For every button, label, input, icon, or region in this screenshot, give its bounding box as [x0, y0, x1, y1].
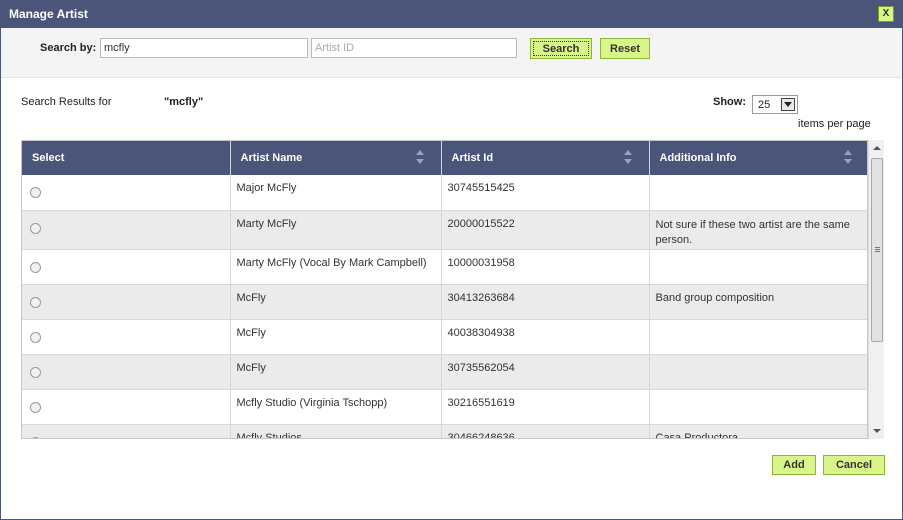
grip-icon	[875, 247, 880, 248]
artist-id-input[interactable]	[311, 38, 517, 58]
sort-icon[interactable]	[415, 149, 425, 165]
reset-button[interactable]: Reset	[600, 38, 650, 59]
search-button[interactable]: Search	[530, 38, 592, 59]
cancel-button[interactable]: Cancel	[823, 455, 885, 475]
items-per-page-label: items per page	[798, 118, 871, 130]
additional-info-cell	[649, 354, 867, 390]
add-button[interactable]: Add	[772, 455, 816, 475]
artist-name-cell: Major McFly	[230, 175, 442, 211]
table-row[interactable]: McFly 30413263684 Band group composition	[22, 284, 867, 320]
chevron-down-icon[interactable]	[781, 98, 795, 111]
additional-info-cell	[649, 319, 867, 355]
artist-name-input[interactable]	[100, 38, 308, 58]
column-header-artist-id[interactable]: Artist Id	[441, 141, 650, 175]
artist-id-cell: 30216551619	[441, 389, 650, 425]
select-cell	[22, 175, 231, 211]
column-header-select: Select	[22, 141, 231, 175]
artist-name-cell: Mcfly Studio (Virginia Tschopp)	[230, 389, 442, 425]
close-button[interactable]: X	[878, 6, 894, 22]
artist-id-cell: 30466248636	[441, 424, 650, 438]
select-cell	[22, 319, 231, 355]
table-row[interactable]: McFly 40038304938	[22, 319, 867, 355]
select-radio[interactable]	[30, 401, 41, 413]
artist-name-cell: McFly	[230, 284, 442, 320]
artist-id-cell: 20000015522	[441, 210, 650, 250]
additional-info-cell	[649, 249, 867, 285]
scroll-thumb[interactable]	[871, 158, 883, 342]
search-by-label: Search by:	[40, 42, 97, 54]
select-radio[interactable]	[30, 436, 41, 438]
select-radio[interactable]	[30, 366, 41, 378]
additional-info-cell	[649, 389, 867, 425]
artist-id-cell: 30745515425	[441, 175, 650, 211]
table-row[interactable]: McFly 30735562054	[22, 354, 867, 390]
select-cell	[22, 389, 231, 425]
column-header-additional-info[interactable]: Additional Info	[649, 141, 867, 175]
select-radio[interactable]	[30, 296, 41, 308]
table-header-row: Select Artist Name Artist Id Additional …	[22, 141, 867, 175]
select-radio[interactable]	[30, 331, 41, 343]
additional-info-cell: Band group composition	[649, 284, 867, 320]
select-cell	[22, 424, 231, 438]
table-row[interactable]: Marty McFly 20000015522 Not sure if thes…	[22, 210, 867, 250]
artist-name-cell: McFly	[230, 354, 442, 390]
select-cell	[22, 354, 231, 390]
artist-id-cell: 10000031958	[441, 249, 650, 285]
page-size-select[interactable]: 25	[752, 95, 798, 114]
sort-icon[interactable]	[623, 149, 633, 165]
table-row[interactable]: Mcfly Studio (Virginia Tschopp) 30216551…	[22, 389, 867, 425]
table-row[interactable]: Mcfly Studios 30466248636 Casa Productor…	[22, 424, 867, 438]
additional-info-cell: Casa Productora	[649, 424, 867, 438]
select-radio[interactable]	[30, 222, 41, 234]
table-row[interactable]: Major McFly 30745515425	[22, 175, 867, 211]
additional-info-cell	[649, 175, 867, 211]
search-results-label: Search Results for	[21, 96, 112, 108]
sort-icon[interactable]	[843, 149, 853, 165]
select-cell	[22, 284, 231, 320]
search-results-term: "mcfly"	[164, 96, 204, 108]
artist-name-cell: Mcfly Studios	[230, 424, 442, 438]
results-table: Select Artist Name Artist Id Additional …	[22, 141, 867, 438]
manage-artist-dialog: Manage Artist X Search by: Search Reset …	[0, 0, 903, 520]
select-cell	[22, 210, 231, 250]
select-cell	[22, 249, 231, 285]
dialog-title: Manage Artist	[9, 7, 88, 21]
artist-name-cell: Marty McFly (Vocal By Mark Campbell)	[230, 249, 442, 285]
table-row[interactable]: Marty McFly (Vocal By Mark Campbell) 100…	[22, 249, 867, 285]
select-radio[interactable]	[30, 261, 41, 273]
select-radio[interactable]	[30, 187, 41, 198]
artist-name-cell: Marty McFly	[230, 210, 442, 250]
grid-scrollbar[interactable]	[868, 140, 884, 439]
show-label: Show:	[713, 96, 746, 108]
artist-id-cell: 30735562054	[441, 354, 650, 390]
additional-info-cell: Not sure if these two artist are the sam…	[649, 210, 867, 250]
column-header-artist-name[interactable]: Artist Name	[230, 141, 442, 175]
dialog-titlebar: Manage Artist X	[1, 1, 902, 28]
search-bar: Search by: Search Reset	[1, 28, 902, 78]
scroll-down-icon[interactable]	[873, 429, 881, 433]
artist-name-cell: McFly	[230, 319, 442, 355]
page-size-value: 25	[758, 99, 771, 111]
results-grid: Select Artist Name Artist Id Additional …	[21, 140, 868, 439]
artist-id-cell: 40038304938	[441, 319, 650, 355]
artist-id-cell: 30413263684	[441, 284, 650, 320]
scroll-up-icon[interactable]	[873, 146, 881, 150]
